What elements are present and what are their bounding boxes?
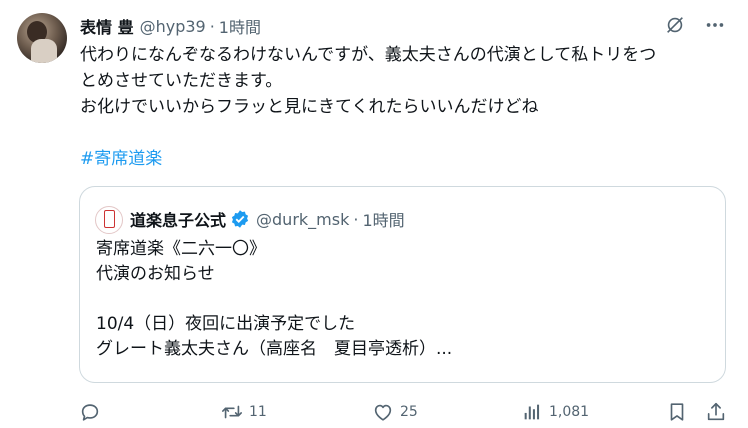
bookmark-icon	[666, 401, 688, 423]
quote-author-name[interactable]: 道楽息子公式	[130, 207, 226, 231]
author-avatar[interactable]	[17, 13, 67, 63]
share-button[interactable]	[705, 398, 727, 426]
verified-badge-icon	[230, 209, 250, 229]
quote-text-line: グレート義太夫さん（高座名 夏目亭透析）...	[96, 339, 453, 359]
views-count: 1,081	[549, 404, 590, 420]
tweet-text-line: 代わりになんぞなるわけないんですが、義太夫さんの代演として私トリをつ	[80, 45, 657, 65]
reply-button[interactable]	[79, 398, 101, 426]
avatar-photo-shape-lower	[31, 39, 57, 63]
top-actions	[664, 14, 726, 36]
tweet-text-line: とめさせていただきます。	[80, 71, 283, 91]
quoted-tweet[interactable]: 道楽息子公式 @durk_msk · 1時間 寄席道楽《二六一〇》 代演のお知ら…	[79, 186, 726, 383]
author-handle[interactable]: @hyp39	[140, 17, 206, 36]
more-icon[interactable]	[704, 14, 726, 36]
author-name[interactable]: 表情 豊	[80, 14, 134, 38]
bookmark-button[interactable]	[666, 398, 688, 426]
tweet-text: 代わりになんぞなるわけないんですが、義太夫さんの代演として私トリをつ とめさせて…	[80, 42, 730, 120]
reply-icon	[79, 401, 101, 423]
hashtag-link[interactable]: #寄席道楽	[80, 146, 162, 172]
action-bar: 11 25 1,081	[79, 398, 729, 426]
quote-text-line: 代演のお知らせ	[96, 264, 215, 284]
like-count: 25	[400, 404, 418, 420]
quote-author-handle[interactable]: @durk_msk	[256, 210, 349, 229]
seal-logo-icon	[104, 210, 115, 228]
share-icon	[705, 401, 727, 423]
quote-text: 寄席道楽《二六一〇》 代演のお知らせ 10/4（日）夜回に出演予定でした グレー…	[96, 237, 711, 362]
retweet-count: 11	[249, 404, 267, 420]
quote-text-line: 10/4（日）夜回に出演予定でした	[96, 314, 356, 334]
tweet-header: 表情 豊 @hyp39 · 1時間	[80, 14, 261, 38]
retweet-button[interactable]: 11	[221, 398, 267, 426]
quote-text-line	[96, 287, 711, 312]
like-icon	[372, 401, 394, 423]
like-button[interactable]: 25	[372, 398, 418, 426]
header-separator: ·	[209, 16, 215, 36]
views-icon	[521, 401, 543, 423]
quote-author-avatar[interactable]	[95, 206, 123, 234]
tweet-text-line: お化けでいいからフラッと見にきてくれたらいいんだけどね	[80, 97, 539, 117]
tweet-time[interactable]: 1時間	[219, 14, 261, 38]
views-button[interactable]: 1,081	[521, 398, 589, 426]
quote-time[interactable]: 1時間	[362, 207, 404, 231]
retweet-icon	[221, 401, 243, 423]
quote-header: 道楽息子公式 @durk_msk · 1時間	[130, 207, 405, 231]
quote-header-separator: ·	[353, 209, 359, 229]
grok-icon[interactable]	[664, 14, 686, 36]
quote-text-line: 寄席道楽《二六一〇》	[96, 239, 266, 259]
